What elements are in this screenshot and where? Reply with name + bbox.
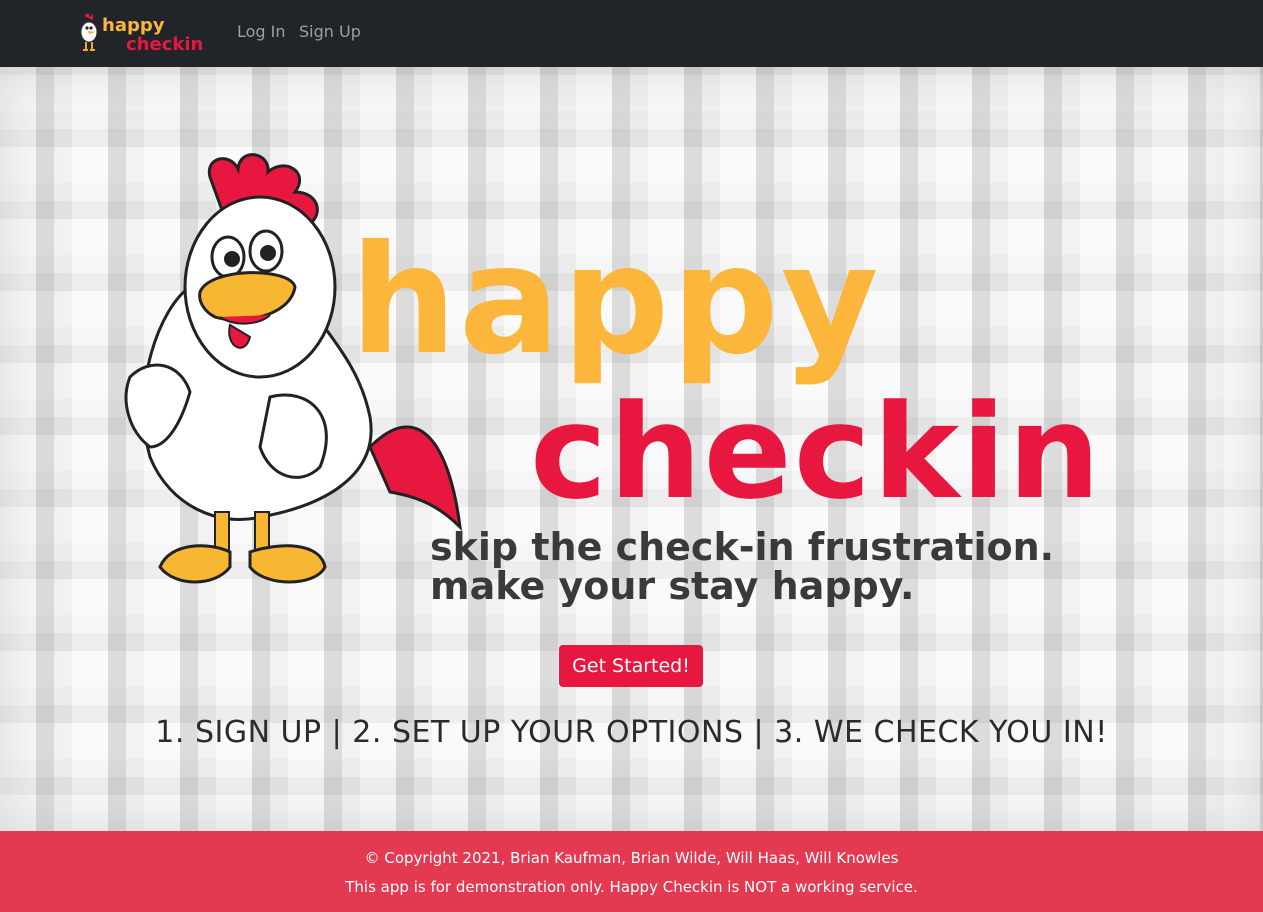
hero-logo-word-checkin: checkin xyxy=(530,376,1102,528)
top-navbar: happy checkin Log In Sign Up xyxy=(0,0,1263,67)
hero-logo-word-happy: happy xyxy=(350,214,881,388)
footer-copyright: © Copyright 2021, Brian Kaufman, Brian W… xyxy=(364,849,899,867)
get-started-button[interactable]: Get Started! xyxy=(559,645,703,687)
hero-section: happy checkin skip the check-in frustrat… xyxy=(0,67,1263,831)
nav-signup-link[interactable]: Sign Up xyxy=(299,22,361,41)
hero-tagline-line2: make your stay happy. xyxy=(430,564,914,607)
page-footer: © Copyright 2021, Brian Kaufman, Brian W… xyxy=(0,831,1263,912)
brand-word-checkin: checkin xyxy=(126,34,203,54)
steps-text: 1. SIGN UP | 2. SET UP YOUR OPTIONS | 3.… xyxy=(155,715,1108,750)
nav-login-link[interactable]: Log In xyxy=(237,22,286,41)
brand-logo[interactable]: happy checkin xyxy=(78,12,212,54)
hero-tagline-line1: skip the check-in frustration. xyxy=(430,525,1054,569)
footer-disclaimer: This app is for demonstration only. Happ… xyxy=(345,878,918,896)
brand-word-happy: happy xyxy=(102,15,165,36)
rooster-icon xyxy=(80,13,98,51)
hero-logo-graphic: happy checkin skip the check-in frustrat… xyxy=(124,153,1102,607)
